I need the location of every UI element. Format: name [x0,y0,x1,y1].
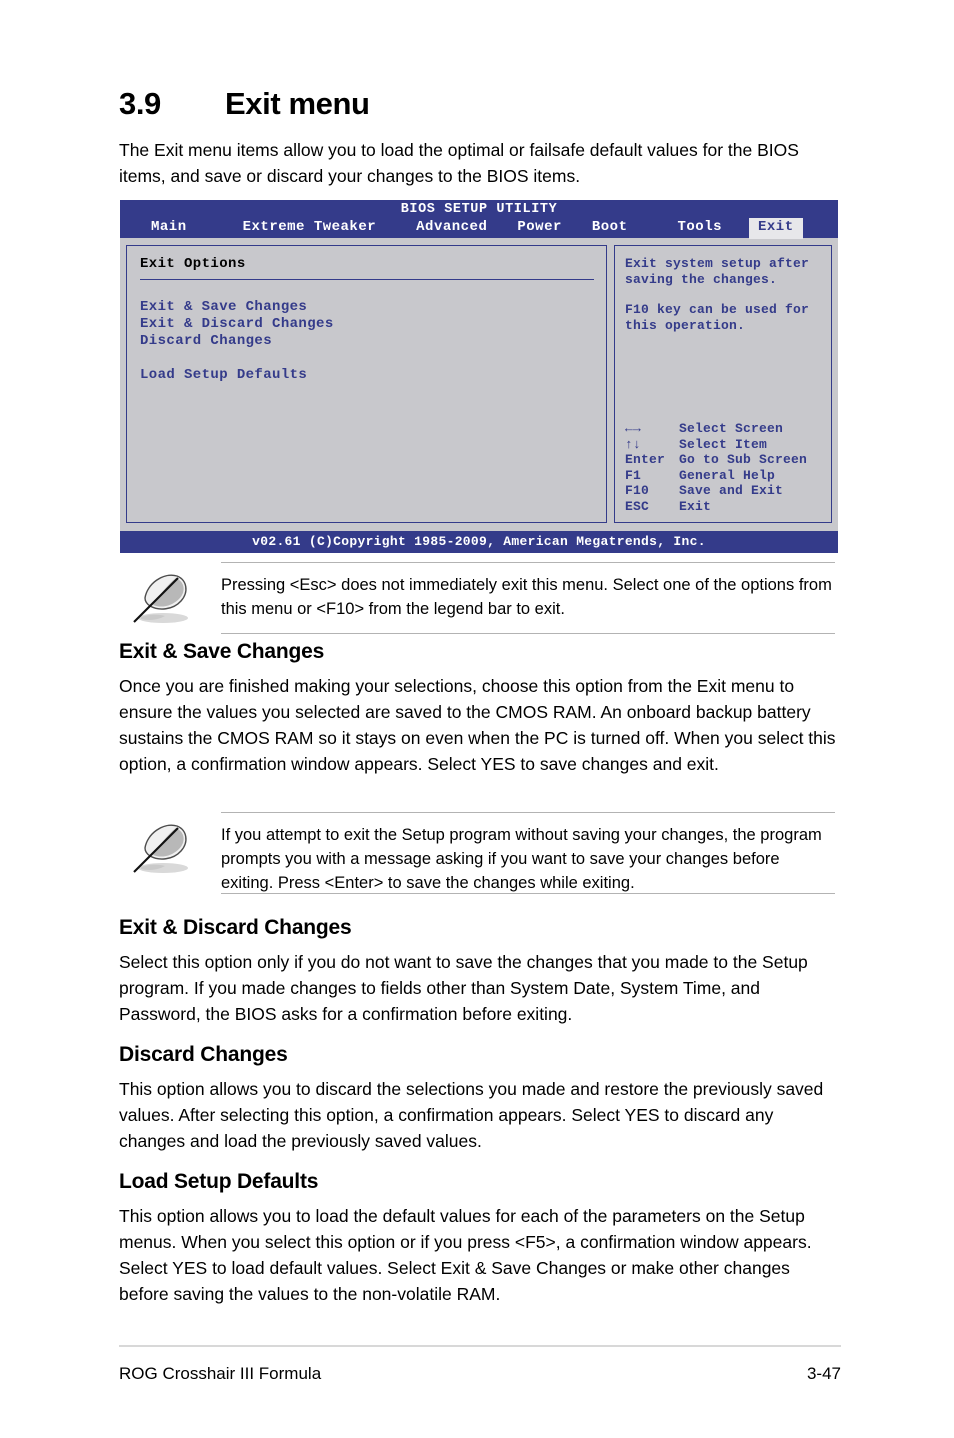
legend-row-select-screen: ←→ Select Screen [625,421,807,437]
help-spacer [625,287,823,302]
bios-body: Exit Options Exit & Save Changes Exit & … [120,238,838,531]
bios-tab-exit[interactable]: Exit [749,218,803,239]
section-intro: The Exit menu items allow you to load th… [119,140,799,186]
paragraph-discard-changes: This option allows you to discard the se… [119,1079,824,1151]
note-content: Pressing <Esc> does not immediately exit… [119,562,835,633]
bios-setup-screenshot: BIOS SETUP UTILITY Main Extreme Tweaker … [120,200,838,553]
quill-pen-icon [119,820,207,883]
legend-key-enter: Enter [625,452,666,467]
left-right-arrow-icon: ←→ [625,421,642,436]
paragraph-exit-discard-changes: Select this option only if you do not wa… [119,952,808,1024]
bios-help-panel: Exit system setup after saving the chang… [614,245,832,523]
bios-tab-advanced[interactable]: Advanced [407,218,496,239]
note-text-2: If you attempt to exit the Setup program… [221,826,822,892]
help-line-2: saving the changes. [625,271,778,287]
legend-desc-general-help: General Help [679,467,776,483]
note-rule-bottom [221,633,835,634]
bios-option-discard-changes[interactable]: Discard Changes [140,333,594,350]
paragraph-load-setup-defaults: This option allows you to load the defau… [119,1206,812,1304]
bios-option-load-setup-defaults[interactable]: Load Setup Defaults [140,367,594,384]
legend-key-esc: ESC [625,498,650,514]
document-page: 3.9 Exit menu The Exit menu items allow … [0,0,954,1438]
legend-desc-exit: Exit [679,498,712,514]
note-rule-top [221,812,835,813]
legend-key-f1: F1 [625,467,642,483]
legend-row-general-help: F1 General Help [625,468,807,484]
legend-row-exit: ESC Exit [625,499,807,515]
help-line-1: Exit system setup after [625,256,810,271]
bios-copyright-bar: v02.61 (C)Copyright 1985-2009, American … [120,531,838,553]
heading-load-setup-defaults: Load Setup Defaults [119,1170,319,1193]
legend-desc-save-exit: Save and Exit [679,483,784,498]
bios-menu-bar: Main Extreme Tweaker Advanced Power Boot… [120,218,838,239]
footer-divider [119,1345,841,1347]
note-rule-top [221,562,835,563]
note-box-1: Pressing <Esc> does not immediately exit… [119,562,835,634]
exit-options-heading: Exit Options [140,256,246,272]
bios-left-panel: Exit Options Exit & Save Changes Exit & … [126,245,607,523]
legend-desc-select-item: Select Item [679,436,768,452]
bios-title: BIOS SETUP UTILITY [400,202,558,217]
bios-tab-power[interactable]: Power [508,218,571,239]
section-title: Exit menu [225,86,370,121]
footer-product-name: ROG Crosshair III Formula [119,1364,322,1383]
quill-pen-icon [119,570,207,633]
paragraph-exit-save-changes: Once you are finished making your select… [119,676,836,774]
note-rule-bottom [221,893,835,894]
heading-exit-discard-changes: Exit & Discard Changes [119,916,352,939]
bios-legend: ←→ Select Screen ↑↓ Select Item Enter Go… [625,421,807,514]
heading-exit-save-changes: Exit & Save Changes [119,640,325,663]
heading-discard-changes: Discard Changes [119,1043,288,1066]
legend-row-save-exit: F10 Save and Exit [625,483,807,499]
help-line-4: this operation. [625,317,746,333]
legend-key-f10: F10 [625,483,650,498]
bios-tab-extreme-tweaker[interactable]: Extreme Tweaker [234,218,386,239]
note-text-1: Pressing <Esc> does not immediately exit… [221,576,832,618]
bios-tab-boot[interactable]: Boot [583,218,637,239]
bios-header: BIOS SETUP UTILITY Main Extreme Tweaker … [120,200,838,239]
option-spacer [140,350,594,367]
legend-row-select-item: ↑↓ Select Item [625,437,807,453]
bios-tab-main[interactable]: Main [142,218,196,239]
page-title: 3.9 Exit menu [119,86,370,122]
legend-desc-select-screen: Select Screen [679,421,784,436]
section-number: 3.9 [119,86,161,121]
panel-divider [140,279,594,280]
legend-row-sub-screen: Enter Go to Sub Screen [625,452,807,468]
up-down-arrow-icon: ↑↓ [625,436,642,452]
note-content: If you attempt to exit the Setup program… [119,812,835,895]
legend-desc-sub-screen: Go to Sub Screen [679,452,808,467]
help-line-3: F10 key can be used for [625,302,810,317]
footer-page-number: 3-47 [806,1364,841,1383]
note-box-2: If you attempt to exit the Setup program… [119,812,835,894]
bios-option-exit-discard-changes[interactable]: Exit & Discard Changes [140,316,594,333]
bios-tab-tools[interactable]: Tools [668,218,731,239]
bios-option-exit-save-changes[interactable]: Exit & Save Changes [140,299,594,316]
